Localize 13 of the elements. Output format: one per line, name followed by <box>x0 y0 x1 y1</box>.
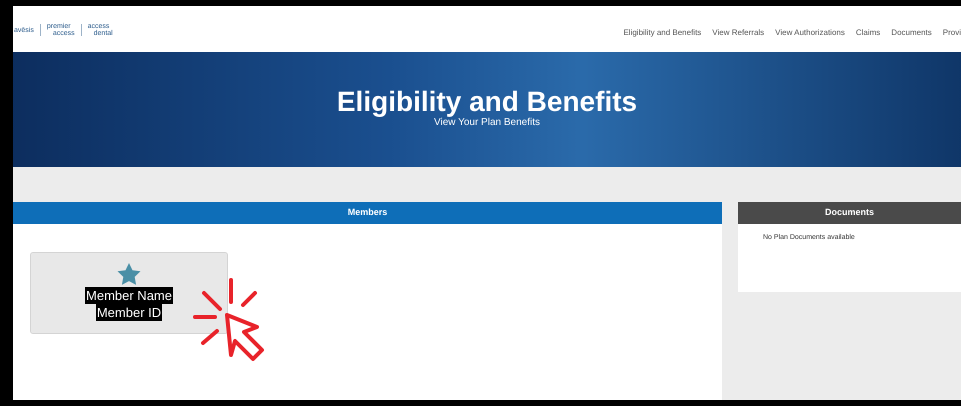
panel-header: Members <box>13 202 722 224</box>
member-name: Member Name <box>85 287 173 304</box>
nav-link[interactable]: View Authorizations <box>775 27 845 39</box>
nav-link[interactable]: Eligibility and Benefits <box>623 27 702 39</box>
nav-link[interactable]: Provi <box>942 27 961 39</box>
nav-link[interactable]: View Referrals <box>712 27 764 39</box>
member-id: Member ID <box>96 304 162 321</box>
nav-link[interactable]: Documents <box>891 27 932 39</box>
nav-link[interactable]: Claims <box>856 27 880 39</box>
panel-header: Documents <box>738 202 961 224</box>
banner-subtitle: View Your Plan Benefits <box>434 117 540 129</box>
banner-title: Eligibility and Benefits <box>336 87 638 117</box>
star-icon <box>117 263 141 285</box>
